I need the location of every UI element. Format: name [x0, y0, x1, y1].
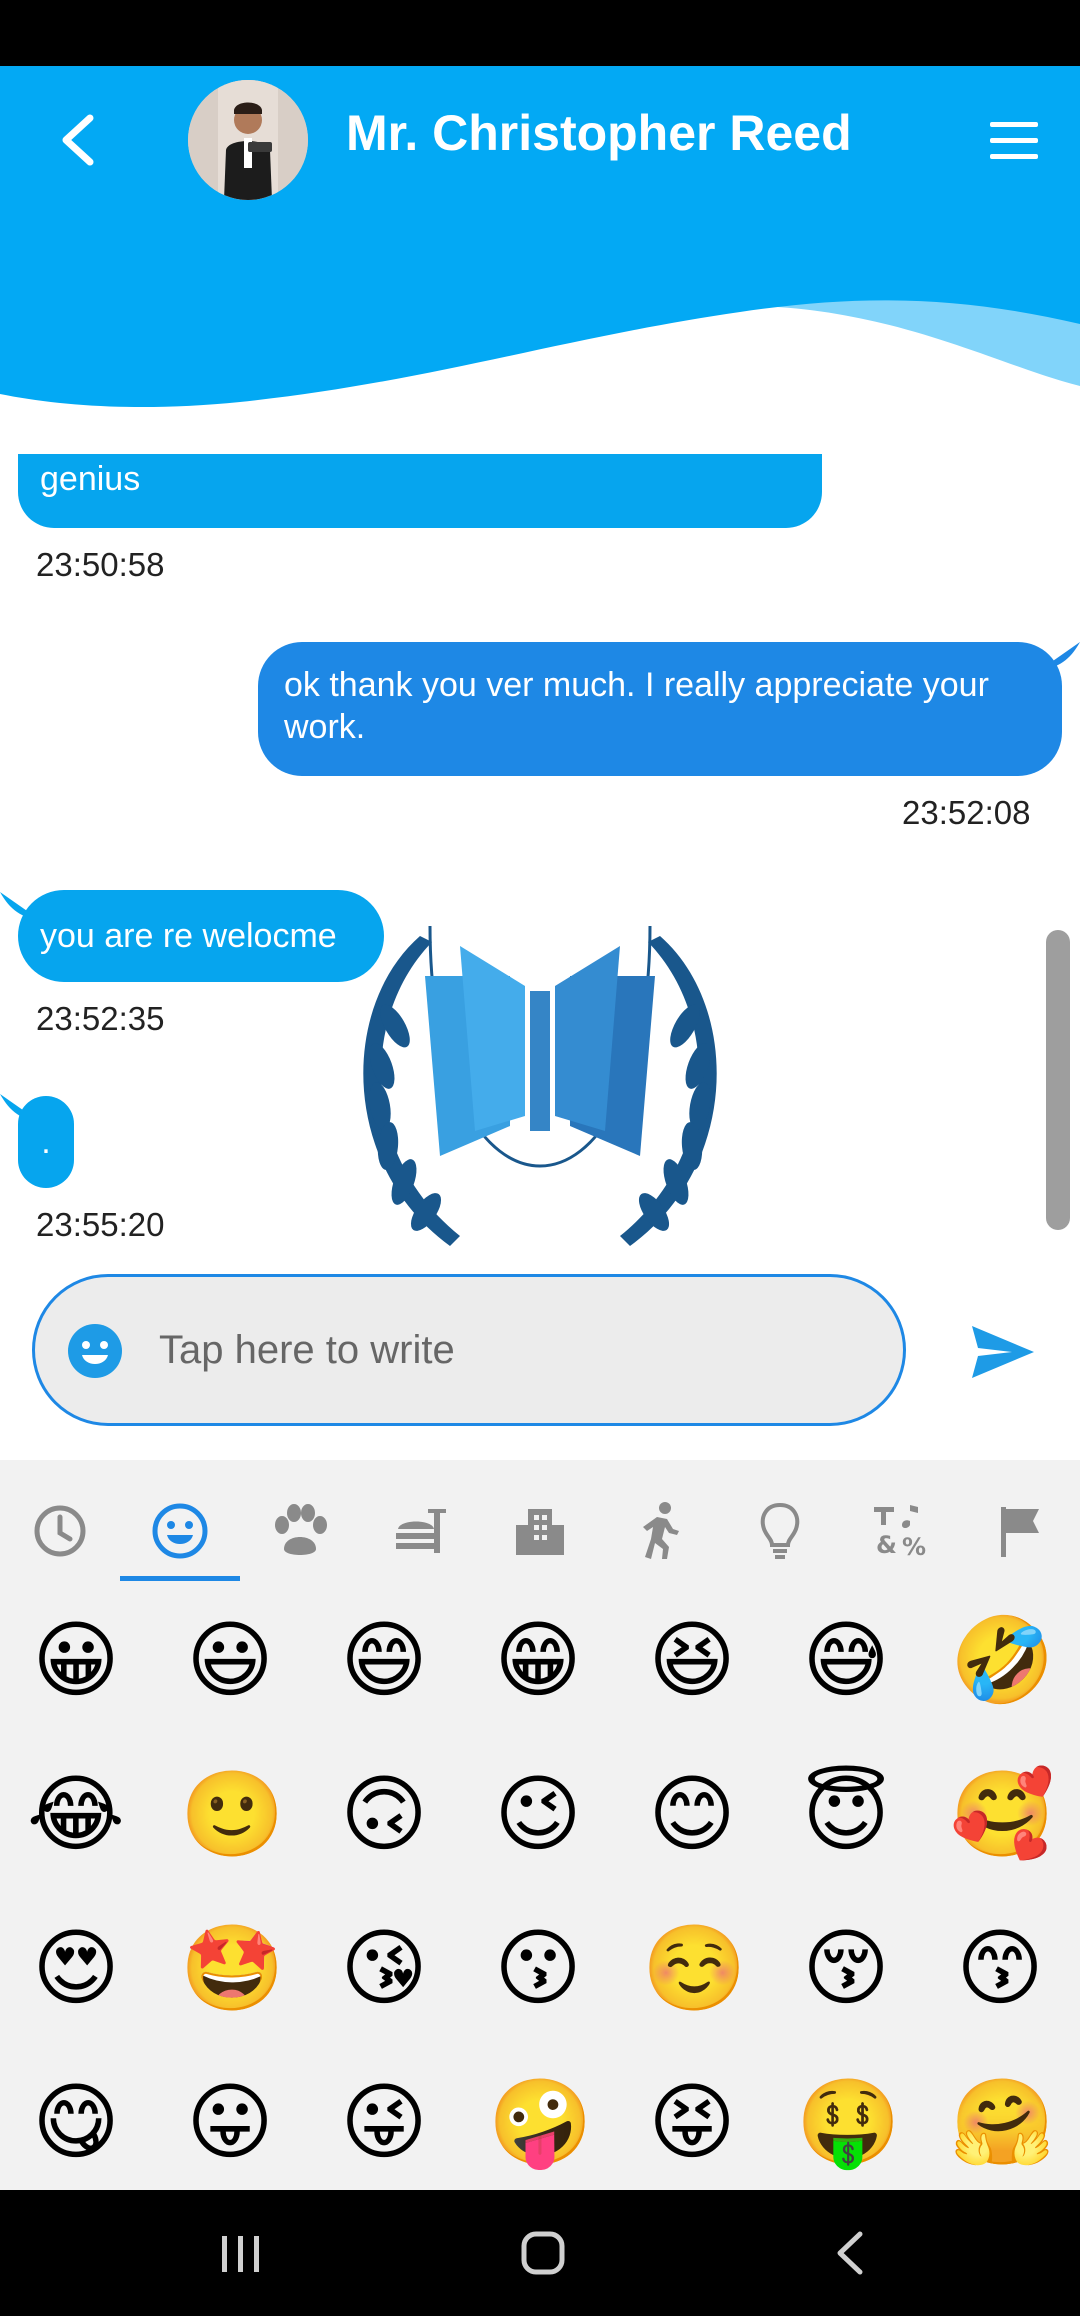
emoji-key[interactable]: 🥰 — [950, 1764, 1055, 1864]
emoji-key[interactable]: 😅 — [796, 1610, 896, 1710]
avatar[interactable] — [188, 80, 308, 200]
emoji-key[interactable]: 😍 — [26, 1918, 126, 2018]
emoji-key[interactable]: 🤣 — [950, 1610, 1055, 1710]
message-timestamp: 23:50:58 — [36, 546, 165, 583]
message-bubble-incoming[interactable]: genius — [18, 454, 822, 528]
system-back-button[interactable] — [826, 2228, 876, 2283]
emoji-key[interactable]: 😗 — [488, 1918, 588, 2018]
food-icon — [396, 1509, 446, 1553]
emoji-key[interactable]: ☺️ — [642, 1918, 747, 2018]
emoji-category-smileys[interactable] — [120, 1486, 240, 1576]
emoji-key[interactable]: 😚 — [796, 1918, 896, 2018]
message-text: genius — [40, 460, 141, 498]
emoji-key[interactable]: 😘 — [334, 1918, 434, 2018]
emoji-key[interactable]: 😋 — [26, 2072, 126, 2172]
emoji-category-recent[interactable] — [0, 1486, 120, 1576]
lightbulb-icon — [760, 1502, 800, 1559]
emoji-key[interactable]: 😛 — [180, 2072, 280, 2172]
message-timestamp: 23:52:35 — [36, 1000, 165, 1037]
emoji-key[interactable]: 🤪 — [488, 2072, 593, 2172]
emoji-key[interactable]: 😃 — [180, 1610, 280, 1710]
system-navigation-bar — [0, 2190, 1080, 2316]
emoji-category-activity[interactable] — [600, 1486, 720, 1576]
emoji-key[interactable]: 😝 — [642, 2072, 742, 2172]
message-timestamp: 23:52:08 — [902, 794, 1031, 831]
message-text: . — [41, 1123, 51, 1161]
send-icon — [972, 1326, 1034, 1378]
menu-button[interactable] — [984, 116, 1044, 166]
status-bar — [0, 0, 1080, 66]
chat-header: Mr. Christopher Reed — [0, 66, 1080, 436]
emoji-key[interactable]: 😊 — [642, 1764, 742, 1864]
paw-icon — [275, 1504, 327, 1555]
scrollbar[interactable] — [1046, 930, 1070, 1230]
emoji-key[interactable]: 😁 — [488, 1610, 588, 1710]
category-tab-indicator — [120, 1576, 240, 1581]
smiley-face-icon — [152, 1503, 208, 1559]
message-bubble-outgoing[interactable]: ok thank you ver much. I really apprecia… — [258, 642, 1062, 776]
recent-apps-icon — [222, 2236, 259, 2272]
emoji-key[interactable]: 😀 — [26, 1610, 126, 1710]
emoji-key[interactable]: 🤗 — [950, 2072, 1055, 2172]
message-bubble-incoming[interactable]: you are re welocme — [18, 890, 384, 982]
contact-name: Mr. Christopher Reed — [346, 105, 852, 161]
emoji-key[interactable]: 🤩 — [180, 1918, 285, 2018]
svg-text:&: & — [876, 1531, 897, 1559]
emoji-key[interactable]: 😂 — [26, 1764, 126, 1864]
message-bubble-incoming[interactable]: . — [18, 1096, 74, 1188]
emoji-key[interactable]: 😆 — [642, 1610, 742, 1710]
home-button[interactable] — [518, 2228, 568, 2283]
message-text: you are re welocme — [40, 917, 337, 955]
emoji-category-symbols[interactable]: & % — [840, 1486, 960, 1576]
emoji-category-food[interactable] — [360, 1486, 480, 1576]
message-timestamp: 23:55:20 — [36, 1206, 165, 1243]
emoji-key[interactable]: 🙃 — [334, 1764, 434, 1864]
back-arrow-icon — [62, 114, 94, 166]
emoji-category-objects[interactable] — [720, 1486, 840, 1576]
emoji-key[interactable]: 🙂 — [180, 1764, 285, 1864]
message-input[interactable] — [157, 1313, 861, 1387]
emoji-category-flags[interactable] — [960, 1486, 1080, 1576]
emoji-key[interactable]: 😄 — [334, 1610, 434, 1710]
emoji-toggle-button[interactable] — [67, 1323, 123, 1384]
message-composer — [32, 1274, 906, 1426]
send-button[interactable] — [968, 1320, 1038, 1384]
back-button[interactable] — [48, 110, 108, 170]
emoji-category-animals[interactable] — [240, 1486, 360, 1576]
flag-icon — [1001, 1507, 1039, 1557]
avatar-photo — [188, 80, 308, 200]
emoji-keyboard: & % 😀 😃 😄 😁 😆 😅 🤣 😂 🙂 🙃 😉 😊 😇 🥰 😍 🤩 😘 😗 ☺️ 😚 😙 😋 😛 😜 🤪 😝 🤑 🤗 — [0, 1460, 1080, 2190]
emoji-key[interactable]: 😜 — [334, 2072, 434, 2172]
message-list[interactable]: genius 23:50:58 ok thank you ver much. I… — [0, 436, 1080, 1266]
symbols-icon: & % — [874, 1505, 926, 1561]
emoji-key[interactable]: 😙 — [950, 1918, 1050, 2018]
hamburger-menu-icon — [990, 122, 1038, 159]
emoji-key[interactable]: 😇 — [796, 1764, 896, 1864]
svg-text:%: % — [902, 1533, 926, 1561]
recent-apps-button[interactable] — [216, 2228, 266, 2283]
home-icon — [521, 2231, 565, 2275]
message-text: ok thank you ver much. I really apprecia… — [284, 666, 989, 746]
emoji-category-places[interactable] — [480, 1486, 600, 1576]
clock-icon — [34, 1505, 86, 1557]
back-chevron-icon — [837, 2231, 863, 2275]
running-person-icon — [643, 1502, 679, 1559]
emoji-key[interactable]: 😉 — [488, 1764, 588, 1864]
building-icon — [516, 1509, 564, 1555]
emoji-key[interactable]: 🤑 — [796, 2072, 901, 2172]
smiley-face-icon — [68, 1324, 122, 1378]
